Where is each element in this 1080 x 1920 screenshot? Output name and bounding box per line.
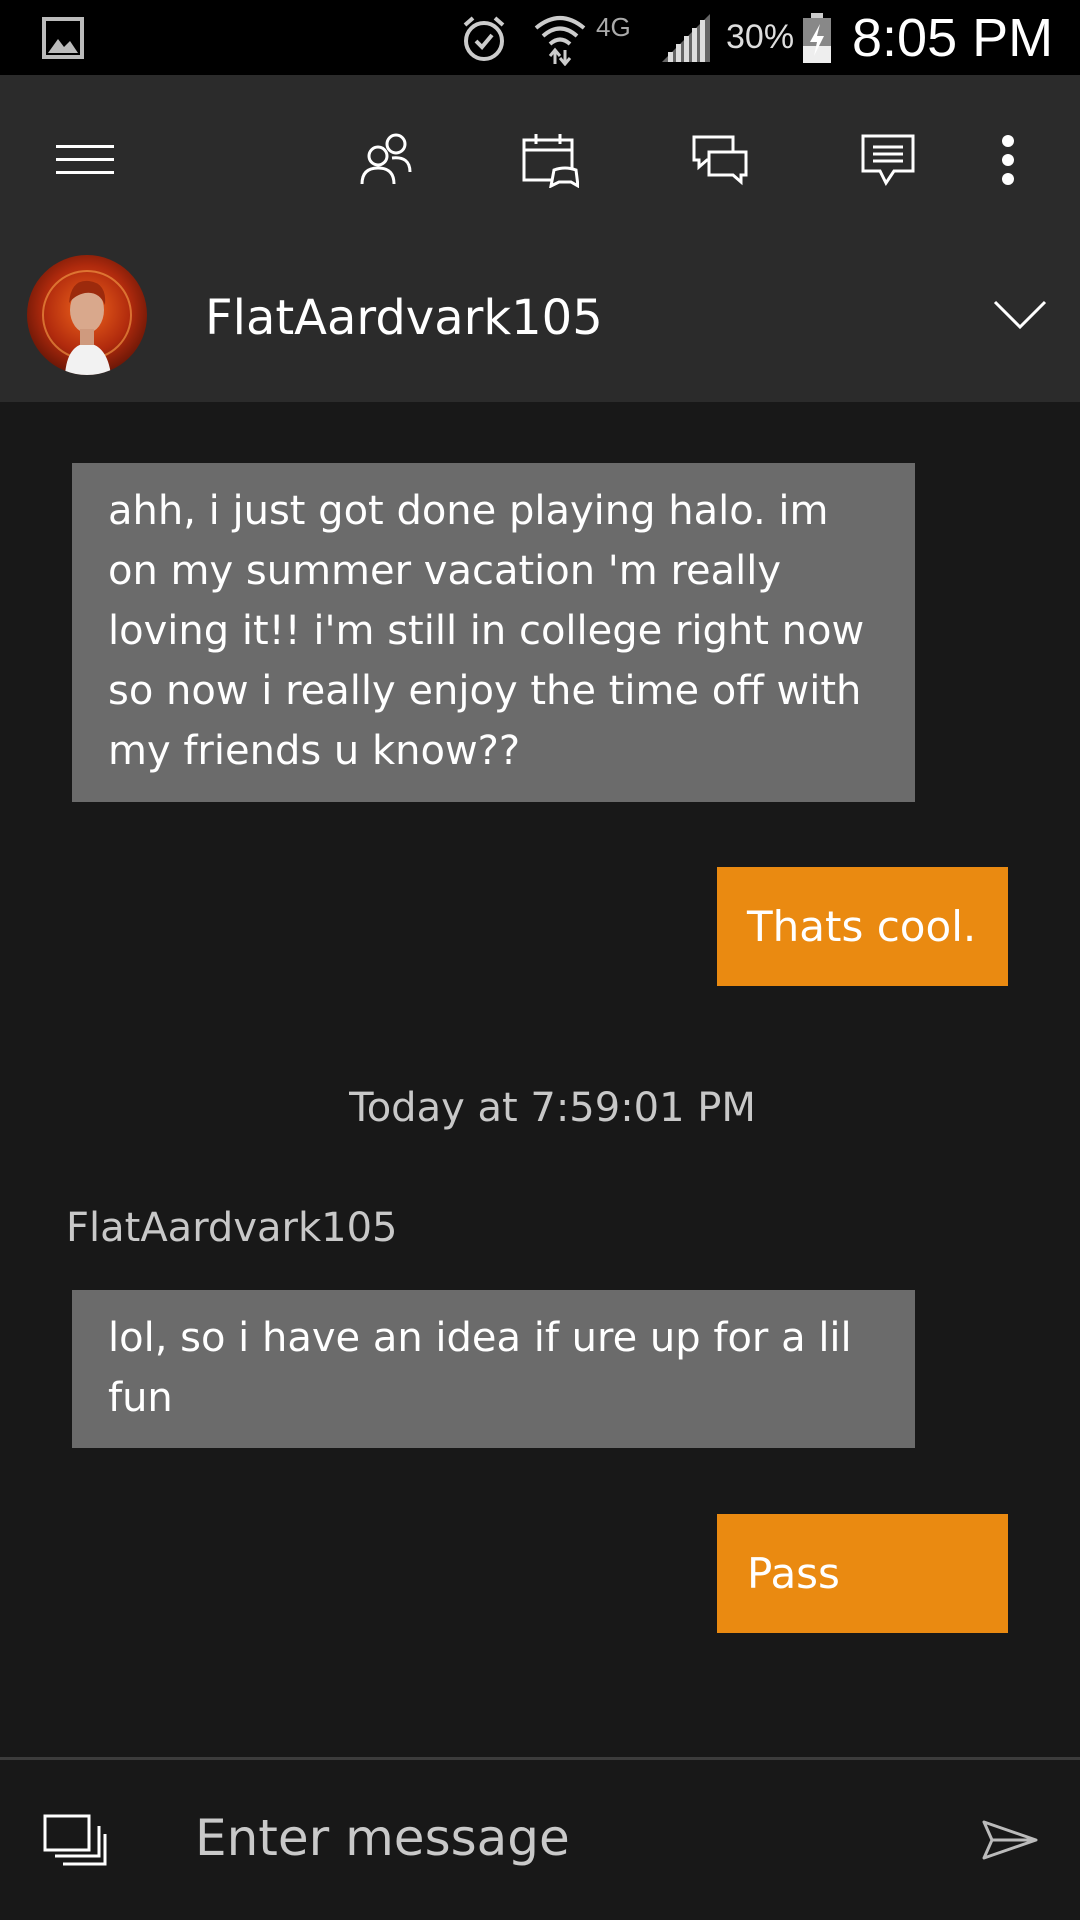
calendar-controller-icon bbox=[522, 134, 579, 188]
message-text: ahh, i just got done playing halo. im on… bbox=[108, 488, 865, 774]
message-input[interactable] bbox=[195, 1788, 935, 1888]
incoming-message-bubble[interactable]: ahh, i just got done playing halo. im on… bbox=[72, 463, 915, 802]
battery-charging-icon bbox=[802, 0, 832, 75]
network-type-label: 4G bbox=[596, 12, 631, 42]
wifi-icon bbox=[532, 0, 588, 75]
sender-name: FlatAardvark105 bbox=[66, 1205, 398, 1251]
menu-button[interactable] bbox=[40, 75, 130, 245]
incoming-message-bubble[interactable]: lol, so i have an idea if ure up for a l… bbox=[72, 1290, 915, 1448]
stacked-windows-icon bbox=[43, 1814, 107, 1866]
more-vertical-icon bbox=[1002, 135, 1014, 185]
friends-icon bbox=[360, 133, 412, 185]
conversation-list-button[interactable] bbox=[35, 1760, 115, 1920]
chevron-down-icon bbox=[993, 300, 1047, 330]
outgoing-message-bubble[interactable]: Thats cool. bbox=[717, 867, 1008, 986]
events-button[interactable] bbox=[505, 75, 595, 245]
top-toolbar bbox=[0, 75, 1080, 245]
message-timestamp: Today at 7:59:01 PM bbox=[349, 1085, 756, 1131]
expand-button[interactable] bbox=[990, 290, 1050, 340]
outgoing-message-bubble[interactable]: Pass bbox=[717, 1514, 1008, 1633]
conversation-title: FlatAardvark105 bbox=[205, 289, 603, 346]
conversations-icon bbox=[692, 135, 748, 186]
message-text: Thats cool. bbox=[747, 902, 977, 951]
friends-button[interactable] bbox=[340, 75, 430, 245]
messages-button[interactable] bbox=[843, 75, 933, 245]
battery-percent: 30% bbox=[726, 18, 795, 56]
avatar[interactable] bbox=[27, 255, 147, 375]
signal-icon bbox=[660, 0, 712, 75]
message-icon bbox=[861, 134, 915, 186]
status-bar: 4G 30% 8:05 PM bbox=[0, 0, 1080, 75]
clock: 8:05 PM bbox=[852, 7, 1054, 68]
send-button[interactable] bbox=[970, 1760, 1050, 1920]
compose-bar bbox=[0, 1760, 1080, 1920]
more-options-button[interactable] bbox=[978, 75, 1038, 245]
alarm-icon bbox=[459, 0, 509, 75]
gallery-notification-icon bbox=[42, 0, 84, 75]
message-text: lol, so i have an idea if ure up for a l… bbox=[108, 1315, 852, 1421]
message-text: Pass bbox=[747, 1549, 840, 1598]
conversations-button[interactable] bbox=[675, 75, 765, 245]
conversation-header[interactable]: FlatAardvark105 bbox=[0, 245, 1080, 402]
hamburger-menu-icon bbox=[56, 145, 114, 174]
send-icon bbox=[982, 1820, 1038, 1860]
